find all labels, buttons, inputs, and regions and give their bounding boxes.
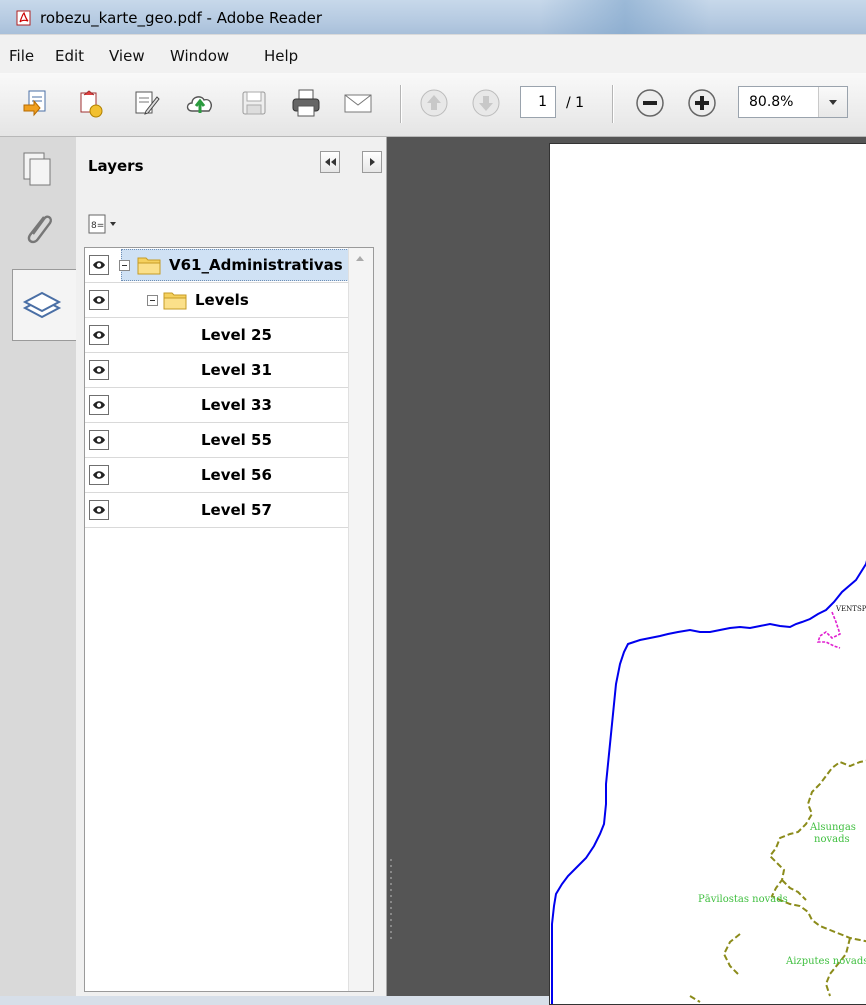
page-total: / 1 [566, 95, 585, 111]
layer-visibility-toggle[interactable] [89, 465, 109, 485]
layer-label: Level 31 [201, 361, 272, 379]
collapse-toggle[interactable] [119, 260, 130, 271]
layer-label: Levels [195, 291, 249, 309]
map-label-alsungas-novads: novads [814, 834, 850, 845]
layer-label: V61_Administrativas [169, 256, 343, 274]
layers-panel: Layers 8= V61_Administrativas Levels Level… [76, 137, 387, 996]
pages-icon[interactable] [14, 145, 62, 197]
layers-icon [22, 291, 62, 319]
edit-document-icon[interactable] [130, 87, 162, 119]
zoom-select[interactable]: 80.8% [738, 86, 848, 118]
layer-label: Level 55 [201, 431, 272, 449]
layer-visibility-toggle[interactable] [89, 290, 109, 310]
chevron-down-icon [829, 100, 837, 105]
menu-file[interactable]: File [9, 47, 34, 65]
layer-row[interactable]: Level 31 [85, 353, 349, 388]
layer-visibility-toggle[interactable] [89, 325, 109, 345]
layer-row[interactable]: Level 33 [85, 388, 349, 423]
pdf-page: VENTSP Alsungas novads Pāvilostas novads… [549, 143, 866, 1005]
collapse-toggle[interactable] [147, 295, 158, 306]
zoom-value: 80.8% [749, 94, 794, 110]
layer-label: Level 56 [201, 466, 272, 484]
layers-tree: V61_Administrativas Levels Level 25 Level 3… [84, 247, 374, 992]
save-icon[interactable] [238, 87, 270, 119]
menu-window[interactable]: Window [170, 47, 229, 65]
attachments-icon[interactable] [14, 205, 62, 257]
map-label-alsungas: Alsungas [810, 822, 856, 833]
layers-scrollbar[interactable] [348, 248, 373, 991]
collapse-panel-button[interactable] [320, 151, 340, 173]
coastline [551, 560, 866, 1004]
eye-icon [93, 506, 105, 514]
layer-visibility-toggle[interactable] [89, 255, 109, 275]
eye-icon [93, 436, 105, 444]
combine-files-icon[interactable] [74, 87, 106, 119]
layer-row[interactable]: Level 55 [85, 423, 349, 458]
toolbar-separator [612, 85, 614, 123]
toolbar: 1 / 1 80.8% [0, 73, 866, 137]
title-bar: robezu_karte_geo.pdf - Adobe Reader [0, 0, 866, 34]
zoom-out-icon[interactable] [634, 87, 666, 119]
create-pdf-icon[interactable] [20, 87, 52, 119]
layer-options-button[interactable]: 8= [88, 213, 132, 235]
panel-title: Layers [88, 157, 144, 175]
toolbar-separator [400, 85, 402, 123]
window-title: robezu_karte_geo.pdf - Adobe Reader [40, 9, 323, 27]
zoom-dropdown-button[interactable] [818, 87, 847, 117]
document-view[interactable]: VENTSP Alsungas novads Pāvilostas novads… [387, 137, 866, 1005]
eye-icon [93, 471, 105, 479]
municipal-border [768, 759, 866, 943]
ventspils-border [816, 611, 841, 649]
layer-label: Level 33 [201, 396, 272, 414]
pdf-file-icon [16, 10, 31, 26]
layers-tab[interactable] [12, 269, 77, 341]
map-label-pavilostas: Pāvilostas novads [698, 894, 788, 905]
eye-icon [93, 401, 105, 409]
layer-row[interactable]: Level 56 [85, 458, 349, 493]
upload-cloud-icon[interactable] [184, 87, 216, 119]
layer-visibility-toggle[interactable] [89, 500, 109, 520]
map-label-aizputes: Aizputes novads [786, 956, 866, 967]
layer-visibility-toggle[interactable] [89, 430, 109, 450]
options-menu-icon: 8= [88, 214, 116, 234]
layer-visibility-toggle[interactable] [89, 360, 109, 380]
print-icon[interactable] [290, 87, 322, 119]
page-number-input[interactable]: 1 [520, 86, 556, 118]
menu-help[interactable]: Help [264, 47, 298, 65]
eye-icon [93, 366, 105, 374]
title-bar-glow [540, 0, 710, 34]
layer-visibility-toggle[interactable] [89, 395, 109, 415]
svg-text:8=: 8= [91, 221, 104, 231]
navigation-pane [0, 137, 77, 996]
layer-row[interactable]: Levels [85, 283, 349, 318]
chevron-right-icon [370, 158, 375, 166]
eye-icon [93, 296, 105, 304]
chevron-up-icon[interactable] [349, 248, 371, 268]
map-drawing [551, 560, 866, 1004]
menu-edit[interactable]: Edit [55, 47, 84, 65]
expand-panel-button[interactable] [362, 151, 382, 173]
next-page-icon[interactable] [470, 87, 502, 119]
zoom-in-icon[interactable] [686, 87, 718, 119]
menu-bar: File Edit View Window Help [0, 34, 866, 74]
folder-icon [137, 257, 161, 275]
eye-icon [93, 331, 105, 339]
layer-row[interactable]: Level 57 [85, 493, 349, 528]
folder-icon [163, 292, 187, 310]
email-icon[interactable] [342, 87, 374, 119]
layer-row[interactable]: V61_Administrativas [85, 248, 349, 283]
previous-page-icon[interactable] [418, 87, 450, 119]
layer-row[interactable]: Level 25 [85, 318, 349, 353]
layer-label: Level 57 [201, 501, 272, 519]
map-label-ventspils: VENTSP [836, 605, 866, 613]
eye-icon [93, 261, 105, 269]
menu-view[interactable]: View [109, 47, 145, 65]
splitter-handle[interactable] [387, 857, 397, 947]
double-chevron-left-icon [325, 158, 336, 166]
layer-label: Level 25 [201, 326, 272, 344]
